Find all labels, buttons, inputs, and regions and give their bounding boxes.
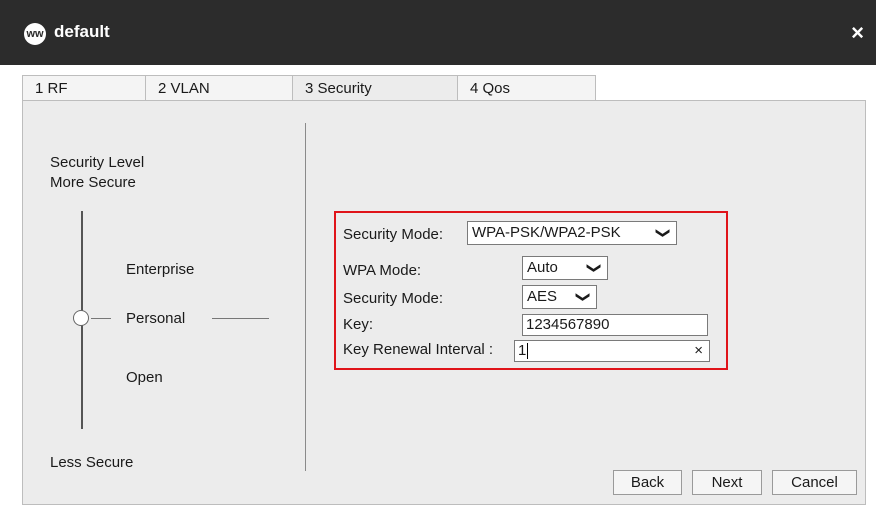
tab-security[interactable]: 3 Security	[292, 75, 458, 101]
key-input[interactable]: 1234567890	[522, 314, 708, 336]
level-personal-label[interactable]: Personal	[126, 310, 185, 327]
wpa-mode-value: Auto	[527, 259, 558, 276]
less-secure-label: Less Secure	[50, 454, 134, 471]
tab-vlan[interactable]: 2 VLAN	[145, 75, 293, 100]
chevron-down-icon: ❯	[656, 227, 673, 239]
clear-icon[interactable]: ×	[694, 341, 703, 361]
next-button[interactable]: Next	[692, 470, 762, 495]
encryption-select[interactable]: AES ❯	[522, 285, 597, 309]
security-level-title: Security Level	[50, 154, 145, 171]
panel-divider	[305, 123, 306, 471]
wpa-mode-select[interactable]: Auto ❯	[522, 256, 608, 280]
encryption-label: Security Mode:	[343, 290, 444, 307]
title-bar: ᴡᴡ default ×	[0, 0, 876, 65]
back-button[interactable]: Back	[613, 470, 682, 495]
text-cursor	[527, 343, 529, 360]
wpa-mode-label: WPA Mode:	[343, 262, 422, 279]
app-logo-icon: ᴡᴡ	[24, 23, 46, 45]
tab-rf[interactable]: 1 RF	[22, 75, 146, 100]
close-icon[interactable]: ×	[851, 20, 864, 46]
key-renewal-input[interactable]: 1 ×	[514, 340, 710, 362]
scale-tick-right	[212, 318, 269, 319]
security-level-slider-handle[interactable]	[73, 310, 89, 326]
tab-qos[interactable]: 4 Qos	[457, 75, 596, 100]
security-mode-label: Security Mode:	[343, 226, 444, 243]
key-value: 1234567890	[526, 316, 610, 333]
security-mode-value: WPA-PSK/WPA2-PSK	[472, 224, 621, 241]
level-enterprise-label[interactable]: Enterprise	[126, 261, 194, 278]
more-secure-label: More Secure	[50, 174, 136, 191]
level-open-label[interactable]: Open	[126, 369, 163, 386]
key-label: Key:	[343, 316, 374, 333]
key-renewal-value: 1	[518, 342, 527, 359]
encryption-value: AES	[527, 288, 558, 305]
key-renewal-label: Key Renewal Interval :	[343, 341, 494, 358]
chevron-down-icon: ❯	[587, 262, 604, 274]
security-mode-select[interactable]: WPA-PSK/WPA2-PSK ❯	[467, 221, 677, 245]
cancel-button[interactable]: Cancel	[772, 470, 857, 495]
chevron-down-icon: ❯	[576, 291, 593, 303]
scale-tick-left	[91, 318, 111, 319]
window-title: default	[54, 22, 110, 41]
